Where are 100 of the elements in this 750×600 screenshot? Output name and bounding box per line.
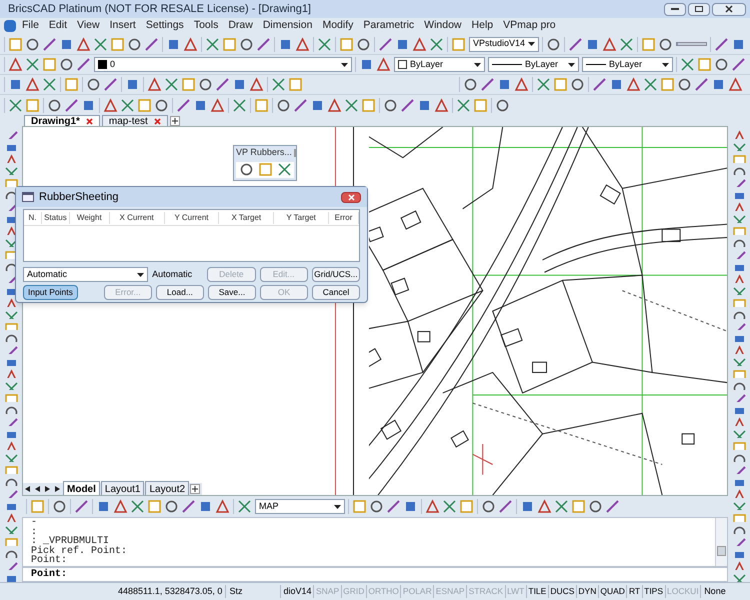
circle-icon[interactable] [276,98,291,112]
triangle-icon[interactable] [147,77,162,92]
plus-icon[interactable] [190,484,200,494]
triangle-icon[interactable] [412,36,427,52]
block-icon[interactable] [497,77,512,92]
cross-icon[interactable] [25,57,40,72]
cross-icon[interactable] [317,36,332,52]
line-icon[interactable] [694,77,709,92]
cross-icon[interactable] [237,499,252,514]
style-name[interactable]: dioV14 [281,584,314,598]
cross-icon[interactable] [643,77,658,92]
color-dropdown[interactable]: ByLayer [394,57,485,72]
line-icon[interactable] [731,57,746,72]
line-icon[interactable] [592,77,607,92]
cross-icon[interactable] [4,166,18,175]
line-icon[interactable] [605,499,620,514]
square-icon[interactable] [64,77,79,92]
triangle-icon[interactable] [327,98,342,112]
line-icon[interactable] [480,77,495,92]
menu-item[interactable]: Insert [106,18,140,34]
circle-icon[interactable] [86,77,101,92]
triangle-icon[interactable] [425,499,440,514]
cross-icon[interactable] [232,98,247,112]
cross-icon[interactable] [276,162,292,178]
triangle-icon[interactable] [210,98,225,112]
status-toggle[interactable]: QUAD [598,585,628,598]
dialog-button[interactable]: Grid/UCS... [312,267,360,282]
layout-tab[interactable]: Model [63,480,100,496]
dialog-button[interactable]: Save... [208,285,256,300]
drawing-tab[interactable]: Drawing1* [24,115,100,126]
menu-item[interactable]: Modify [318,18,358,34]
square-icon[interactable] [254,98,269,112]
dialog-button[interactable]: Input Points [23,285,78,300]
block-icon[interactable] [125,77,140,92]
mode-dropdown[interactable]: Automatic [23,267,148,282]
left-arrow-icon[interactable] [33,484,42,494]
cross-icon[interactable] [554,499,569,514]
circle-icon[interactable] [481,499,496,514]
close-button[interactable] [341,192,361,202]
square-icon[interactable] [361,98,376,112]
line-icon[interactable] [74,499,89,514]
line-icon[interactable] [144,36,159,52]
menu-item[interactable]: Window [420,18,466,34]
triangle-icon[interactable] [8,57,23,72]
cross-icon[interactable] [732,214,746,223]
circle-icon[interactable] [25,36,40,52]
line-icon[interactable] [76,57,91,72]
slider-track[interactable] [676,42,707,46]
cross-icon[interactable] [732,501,746,510]
column-header[interactable]: Error [329,212,359,224]
circle-icon[interactable] [588,499,603,514]
cross-icon[interactable] [42,77,57,92]
status-toggle[interactable]: RT [627,585,643,598]
menu-item[interactable]: Help [468,18,498,34]
cross-icon[interactable] [680,57,695,72]
triangle-icon[interactable] [113,499,128,514]
style-dropdown[interactable]: VPstudioV14 [469,36,540,52]
linetype-dropdown[interactable]: ByLayer [488,57,579,72]
triangle-icon[interactable] [25,77,40,92]
menu-item[interactable]: Tools [190,18,222,34]
circle-icon[interactable] [238,162,254,178]
square-icon[interactable] [288,77,303,92]
cross-icon[interactable] [4,310,18,318]
square-icon[interactable] [473,98,488,112]
layout-tab[interactable]: Layout1 [100,480,144,496]
maximize-icon[interactable] [688,2,710,16]
triangle-icon[interactable] [434,98,449,112]
cross-icon[interactable] [442,499,457,514]
cross-icon[interactable] [120,98,135,112]
column-header[interactable]: X Current [110,212,165,224]
circle-icon[interactable] [239,36,254,52]
menu-item[interactable]: View [73,18,104,34]
layout-tab[interactable]: Layout2 [145,480,190,496]
circle-icon[interactable] [463,77,478,92]
line-icon[interactable] [714,36,729,52]
left-arrow-icon[interactable] [23,484,32,494]
line-icon[interactable] [176,98,191,112]
line-icon[interactable] [378,36,393,52]
triangle-icon[interactable] [76,36,91,52]
column-header[interactable]: N. [24,212,42,224]
circle-icon[interactable] [658,36,674,52]
triangle-icon[interactable] [183,36,198,52]
column-header[interactable]: Weight [70,212,110,224]
circle-icon[interactable] [714,57,729,72]
command-prompt[interactable]: Point: [31,567,68,582]
line-icon[interactable] [568,36,584,52]
right-arrow-icon[interactable] [43,484,52,494]
line-icon[interactable] [64,98,79,112]
triangle-icon[interactable] [249,77,264,92]
cross-icon[interactable] [619,36,634,52]
cross-icon[interactable] [732,286,746,295]
triangle-icon[interactable] [602,36,618,52]
circle-icon[interactable] [546,36,562,52]
menu-item[interactable]: Settings [142,18,188,34]
cross-icon[interactable] [429,36,444,52]
column-header[interactable]: Y Current [164,212,220,224]
minimize-icon[interactable] [664,2,686,16]
line-icon[interactable] [256,36,271,52]
triangle-icon[interactable] [728,77,743,92]
column-header[interactable]: Status [42,212,70,224]
